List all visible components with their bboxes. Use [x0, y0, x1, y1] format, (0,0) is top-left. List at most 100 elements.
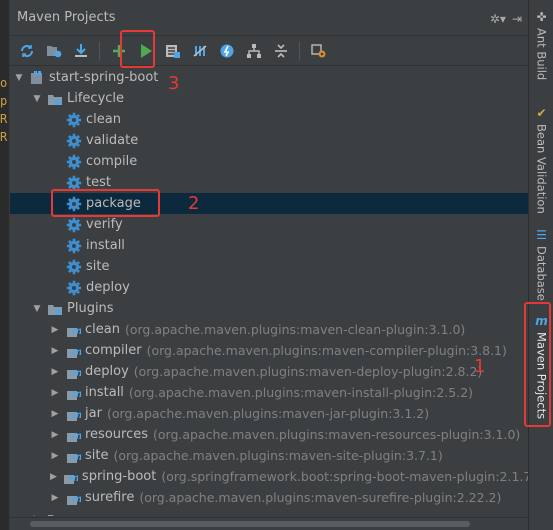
maven-projects-panel: Maven Projects ✲▾ ⇥ ▼ start-spring-boot … — [10, 0, 528, 530]
tab-bean-validation[interactable]: ✔ Bean Validation — [529, 106, 553, 214]
project-label: start-spring-boot — [49, 70, 159, 85]
goal-label: test — [86, 175, 111, 190]
svg-text:m: m — [72, 368, 81, 379]
bean-validation-icon: ✔ — [536, 106, 547, 120]
download-icon[interactable] — [70, 40, 91, 61]
highlight-package — [51, 189, 160, 217]
plugin-coordinates: (org.apache.maven.plugins:maven-resource… — [153, 427, 521, 442]
gear-icon — [66, 280, 82, 296]
settings-icon[interactable] — [308, 40, 329, 61]
tree-node-partial[interactable]: ▶ — [10, 508, 528, 516]
reimport-icon[interactable] — [43, 40, 64, 61]
maven-plugin-icon: m — [65, 385, 81, 401]
plugin-name: site — [85, 448, 109, 463]
chevron-down-icon[interactable]: ▼ — [14, 73, 24, 83]
scrollbar-thumb[interactable] — [30, 521, 470, 527]
chevron-right-icon[interactable]: ▶ — [50, 472, 57, 482]
maven-plugin-icon: m — [65, 490, 81, 506]
maven-project-icon — [29, 70, 45, 86]
chevron-right-icon[interactable]: ▶ — [50, 388, 60, 398]
maven-plugin-icon: m — [65, 322, 81, 338]
folder-icon — [47, 511, 63, 516]
plugin-clean[interactable]: ▶ mclean (org.apache.maven.plugins:maven-c… — [10, 319, 528, 340]
tab-ant-build[interactable]: ✜ Ant Build — [529, 10, 553, 80]
hide-panel-icon[interactable]: ⇥ — [512, 12, 522, 26]
annotation-number: 1 — [474, 356, 486, 377]
goal-label: deploy — [86, 280, 130, 295]
maven-plugin-icon: m — [65, 406, 81, 422]
refresh-icon[interactable] — [16, 40, 37, 61]
toolbar-separator — [299, 41, 300, 60]
chevron-right-icon[interactable]: ▶ — [50, 430, 60, 440]
plugin-coordinates: (org.springframework.boot:spring-boot-ma… — [161, 469, 528, 484]
chevron-right-icon[interactable]: ▶ — [32, 514, 42, 517]
gear-icon — [66, 154, 82, 170]
goal-label: clean — [86, 112, 121, 127]
toolbar-separator — [99, 41, 100, 60]
plugin-surefire[interactable]: ▶ m surefire (org.apache.maven.plugins:mave… — [10, 487, 528, 508]
chevron-right-icon[interactable]: ▶ — [50, 493, 60, 503]
goal-label: install — [86, 238, 125, 253]
goal-label: validate — [86, 133, 139, 148]
lifecycle-goal-install[interactable]: install — [10, 235, 528, 256]
toggle-offline-icon[interactable] — [189, 40, 210, 61]
dependencies-icon[interactable] — [243, 40, 264, 61]
tree-node-project[interactable]: ▼ start-spring-boot — [10, 67, 528, 88]
plugin-site[interactable]: ▶ msite (org.apache.maven.plugins:maven-si… — [10, 445, 528, 466]
plugin-coordinates: (org.apache.maven.plugins:maven-clean-pl… — [124, 322, 466, 337]
plugin-compiler[interactable]: ▶ m compiler (org.apache.maven.plugins:mave… — [10, 340, 528, 361]
tab-database[interactable]: ☰ Database — [529, 228, 553, 301]
lifecycle-label: Lifecycle — [67, 91, 125, 106]
plugin-install[interactable]: ▶ m install (org.apache.maven.plugins:maven… — [10, 382, 528, 403]
horizontal-scrollbar[interactable] — [10, 517, 528, 530]
highlight-run-button — [120, 30, 155, 68]
svg-text:m: m — [72, 452, 81, 463]
plugin-coordinates: (org.apache.maven.plugins:maven-jar-plug… — [106, 406, 430, 421]
chevron-right-icon[interactable]: ▶ — [50, 325, 60, 335]
chevron-right-icon[interactable]: ▶ — [50, 451, 60, 461]
folder-icon — [47, 301, 63, 317]
lifecycle-goal-deploy[interactable]: deploy — [10, 277, 528, 298]
lifecycle-goal-validate[interactable]: validate — [10, 130, 528, 151]
svg-text:m: m — [69, 473, 78, 484]
plugin-coordinates: (org.apache.maven.plugins:maven-install-… — [128, 385, 474, 400]
chevron-right-icon[interactable]: ▶ — [50, 409, 60, 419]
tree-node-lifecycle[interactable]: ▼ Lifecycle — [10, 88, 528, 109]
plugin-jar[interactable]: ▶ mjar (org.apache.maven.plugins:maven-jar… — [10, 403, 528, 424]
lifecycle-goal-compile[interactable]: compile — [10, 151, 528, 172]
highlight-maven-tab — [524, 302, 551, 427]
chevron-right-icon[interactable]: ▶ — [50, 346, 60, 356]
tab-label: Ant Build — [534, 28, 549, 81]
gear-icon — [66, 112, 82, 128]
lifecycle-goal-site[interactable]: site — [10, 256, 528, 277]
database-icon: ☰ — [536, 228, 547, 242]
tool-window-sidebar: ✜ Ant Build ✔ Bean Validation ☰ Database… — [528, 0, 553, 530]
tree-node-plugins[interactable]: ▼ Plugins — [10, 298, 528, 319]
lifecycle-goal-verify[interactable]: verify — [10, 214, 528, 235]
svg-text:m: m — [72, 347, 81, 358]
maven-toolbar — [10, 36, 528, 66]
svg-text:m: m — [72, 494, 81, 505]
gear-icon[interactable]: ✲▾ — [490, 12, 506, 26]
maven-tree: ▼ start-spring-boot ▼ Lifecycle clean val… — [10, 66, 528, 516]
lifecycle-goal-clean[interactable]: clean — [10, 109, 528, 130]
editor-fragment: R — [0, 112, 8, 126]
chevron-down-icon[interactable]: ▼ — [32, 304, 42, 314]
plugin-deploy[interactable]: ▶ mdeploy (org.apache.maven.plugins:maven-… — [10, 361, 528, 382]
svg-text:m: m — [72, 410, 81, 421]
plugin-name: surefire — [85, 490, 135, 505]
svg-text:m: m — [72, 389, 81, 400]
gear-icon — [66, 238, 82, 254]
panel-title: Maven Projects — [17, 10, 116, 25]
tab-label: Bean Validation — [534, 124, 549, 214]
gear-icon — [66, 259, 82, 275]
chevron-right-icon[interactable]: ▶ — [50, 367, 60, 377]
maven-plugin-icon: m — [65, 448, 81, 464]
plugin-spring-boot[interactable]: ▶ mspring-boot (org.springframework.boot:s… — [10, 466, 528, 487]
plugin-resources[interactable]: ▶ m resources (org.apache.maven.plugins:mav… — [10, 424, 528, 445]
skip-tests-icon[interactable] — [216, 40, 237, 61]
chevron-down-icon[interactable]: ▼ — [32, 94, 42, 104]
maven-plugin-icon: m — [62, 469, 78, 485]
collapse-all-icon[interactable] — [270, 40, 291, 61]
execute-goal-icon[interactable] — [162, 40, 183, 61]
